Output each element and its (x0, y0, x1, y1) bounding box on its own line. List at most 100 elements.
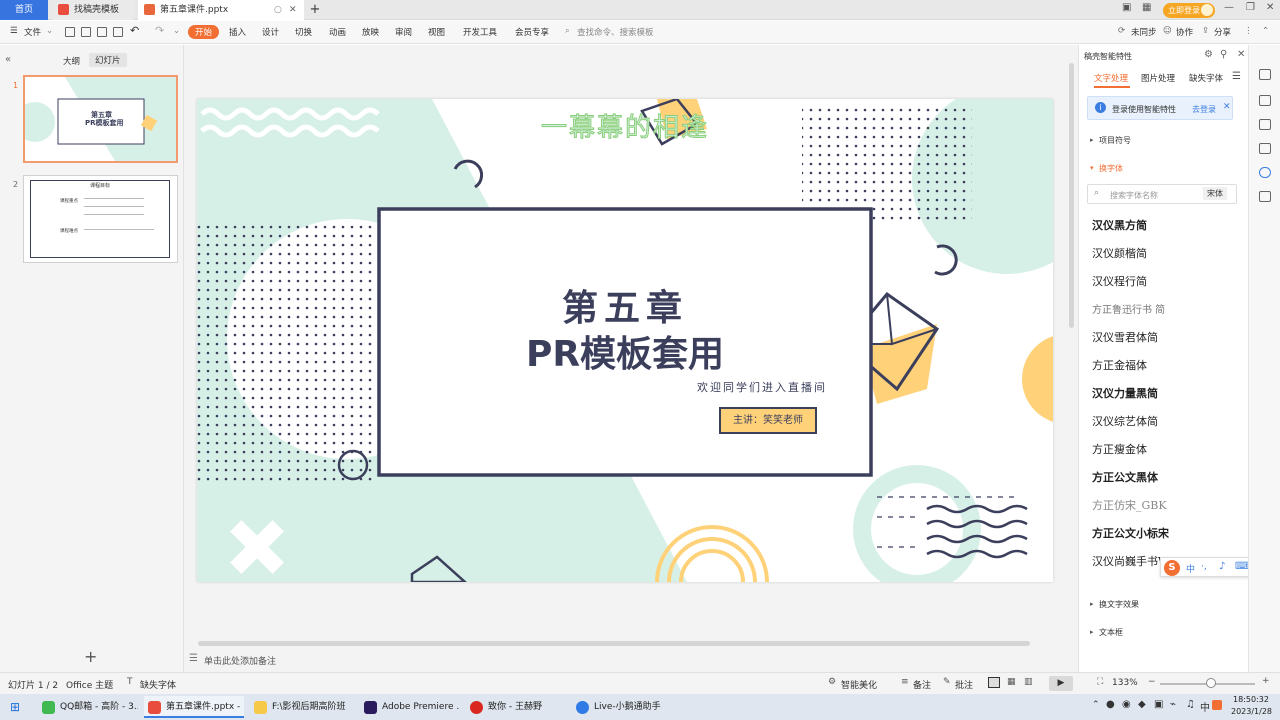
clock-time[interactable]: 18:50:32 (1233, 695, 1269, 704)
menu-file[interactable]: 文件 (24, 26, 41, 38)
print-icon[interactable] (97, 27, 107, 37)
sogou-tray-icon[interactable] (1212, 700, 1222, 710)
taskbar-app-live[interactable]: Live-小鹅通助手 (572, 696, 677, 718)
zoom-out-icon[interactable]: − (1148, 677, 1156, 687)
zoom-level[interactable]: 133% (1112, 678, 1138, 688)
windows-start-icon[interactable]: ⊞ (10, 700, 20, 714)
menu-start[interactable]: 开始 (188, 25, 220, 39)
font-item[interactable]: 汉仪尚巍手书W (1092, 553, 1169, 569)
tab-missing-fonts[interactable]: 缺失字体 (1189, 72, 1223, 84)
file-chevron-icon[interactable]: ⌄ (46, 26, 53, 36)
menu-design[interactable]: 设计 (262, 26, 279, 38)
menu-grid-icon[interactable]: ▦ (1142, 2, 1151, 13)
more-chevron-icon[interactable]: ⌄ (173, 26, 180, 36)
menu-view[interactable]: 视图 (428, 26, 445, 38)
vertical-scrollbar[interactable] (1069, 63, 1074, 328)
slide-top-text[interactable]: 一幕幕的相逢 (197, 107, 1053, 144)
template-library-icon[interactable] (1259, 119, 1271, 130)
new-tab-button[interactable]: + (308, 0, 322, 20)
undo-icon[interactable]: ↶ (130, 24, 139, 37)
change-font-section[interactable]: 换字体 (1099, 163, 1123, 174)
taskbar-app-wps[interactable]: 第五章课件.pptx - ... (144, 696, 244, 718)
tray-app-icon[interactable]: ◉ (1122, 699, 1131, 710)
restore-icon[interactable]: ❐ (1246, 2, 1255, 13)
menu-insert[interactable]: 插入 (229, 26, 246, 38)
tab-pin-icon[interactable]: ○ (274, 0, 282, 20)
tab-home[interactable]: 首页 (0, 0, 48, 20)
menu-review[interactable]: 审阅 (395, 26, 412, 38)
command-search[interactable]: 查找命令、搜索模板 (577, 26, 654, 38)
hamburger-icon[interactable]: ☰ (10, 26, 18, 36)
clock-date[interactable]: 2023/1/28 (1231, 707, 1272, 716)
tab-slides[interactable]: 幻灯片 (89, 53, 127, 67)
collapse-ribbon-icon[interactable]: ⌃ (1262, 26, 1269, 36)
lecturer-box[interactable]: 主讲：笑笑老师 (719, 407, 817, 434)
redo-icon[interactable]: ↷ (155, 24, 164, 37)
add-slide-icon[interactable]: + (84, 647, 97, 666)
sogou-icon[interactable]: S (1164, 560, 1180, 576)
missing-font-status[interactable]: 缺失字体 (140, 678, 176, 691)
panel-menu-icon[interactable]: ☰ (1232, 71, 1241, 82)
more-icon[interactable]: ⋮ (1244, 26, 1253, 36)
taskbar-app-premiere[interactable]: Adobe Premiere ... (360, 696, 460, 718)
zoom-slider-handle[interactable] (1206, 678, 1216, 688)
network-icon[interactable]: ⌁ (1170, 699, 1176, 710)
text-effect-section[interactable]: 换文字效果 (1099, 599, 1139, 610)
slide-1[interactable]: 一幕幕的相逢 第五章 PR模板套用 欢迎同学们进入直播间 主讲：笑笑老师 (197, 99, 1053, 582)
font-item[interactable]: 汉仪颜楷简 (1092, 245, 1147, 261)
font-item[interactable]: 方正仿宋_GBK (1092, 497, 1167, 513)
share-button[interactable]: 分享 (1214, 26, 1231, 38)
format-icon[interactable] (1259, 69, 1271, 80)
font-item[interactable]: 汉仪综艺体简 (1092, 413, 1158, 429)
ime-lang[interactable]: 中 (1186, 562, 1195, 575)
slide-title-topic[interactable]: PR模板套用 (379, 325, 871, 377)
smart-beautify-button[interactable]: 智能美化 (841, 678, 877, 691)
font-item[interactable]: 汉仪力量黑简 (1092, 385, 1158, 401)
notes-button[interactable]: 备注 (913, 678, 931, 691)
slide-title-chapter[interactable]: 第五章 (379, 279, 871, 331)
comments-button[interactable]: 批注 (955, 678, 973, 691)
normal-view-icon[interactable] (988, 677, 1000, 688)
menu-animation[interactable]: 动画 (329, 26, 346, 38)
preview-icon[interactable] (113, 27, 123, 37)
layout-icon[interactable]: ▣ (1122, 2, 1131, 13)
notes-placeholder[interactable]: 单击此处添加备注 (204, 654, 276, 667)
smart-features-icon[interactable] (1259, 167, 1271, 178)
tray-app-icon[interactable]: ◆ (1138, 699, 1146, 710)
slide-thumbnail-2[interactable]: 课程目标 课程重点 课程难点 (23, 175, 178, 263)
tray-app-icon[interactable]: ● (1106, 699, 1115, 710)
menu-developer[interactable]: 开发工具 (463, 26, 497, 38)
menu-member[interactable]: 会员专享 (515, 26, 549, 38)
layout-panel-icon[interactable] (1259, 143, 1271, 154)
ime-tray-icon[interactable]: 中 (1200, 699, 1210, 714)
theme-name[interactable]: Office 主题 (66, 678, 113, 691)
tab-outline[interactable]: 大纲 (63, 55, 80, 67)
tray-app-icon[interactable]: ▣ (1154, 699, 1163, 710)
font-item[interactable]: 汉仪程行简 (1092, 273, 1147, 289)
collapse-panel-icon[interactable]: « (5, 54, 11, 65)
tab-image-processing[interactable]: 图片处理 (1141, 72, 1175, 84)
dismiss-icon[interactable]: ✕ (1223, 102, 1231, 112)
close-window-icon[interactable]: ✕ (1266, 2, 1274, 13)
menu-slideshow[interactable]: 放映 (362, 26, 379, 38)
export-icon[interactable] (81, 27, 91, 37)
close-panel-icon[interactable]: ✕ (1237, 49, 1245, 60)
tab-close-icon[interactable]: ✕ (289, 0, 297, 20)
play-slideshow-button[interactable]: ▶ (1049, 676, 1073, 691)
sync-status[interactable]: 未同步 (1131, 26, 1157, 38)
login-link[interactable]: 去登录 (1192, 104, 1216, 115)
minimize-icon[interactable]: — (1224, 2, 1234, 13)
font-item[interactable]: 方正鲁迅行书 简 (1092, 301, 1165, 316)
reading-view-icon[interactable]: ▥ (1024, 677, 1033, 687)
font-item[interactable]: 方正金福体 (1092, 357, 1147, 373)
tab-text-processing[interactable]: 文字处理 (1094, 72, 1128, 84)
ime-punct-icon[interactable]: ·, (1201, 562, 1207, 572)
save-icon[interactable] (65, 27, 75, 37)
font-search-field[interactable]: ⌕ 搜索字体名称 宋体 (1087, 184, 1237, 204)
current-font-button[interactable]: 宋体 (1203, 187, 1227, 200)
taskbar-app-music[interactable]: 致你 - 王赫野 (466, 696, 566, 718)
font-item[interactable]: 汉仪黑方简 (1092, 217, 1147, 233)
settings-icon[interactable]: ⚙ (1204, 49, 1213, 60)
bullets-section[interactable]: 项目符号 (1099, 135, 1131, 146)
font-item[interactable]: 方正公文小标宋 (1092, 525, 1169, 541)
